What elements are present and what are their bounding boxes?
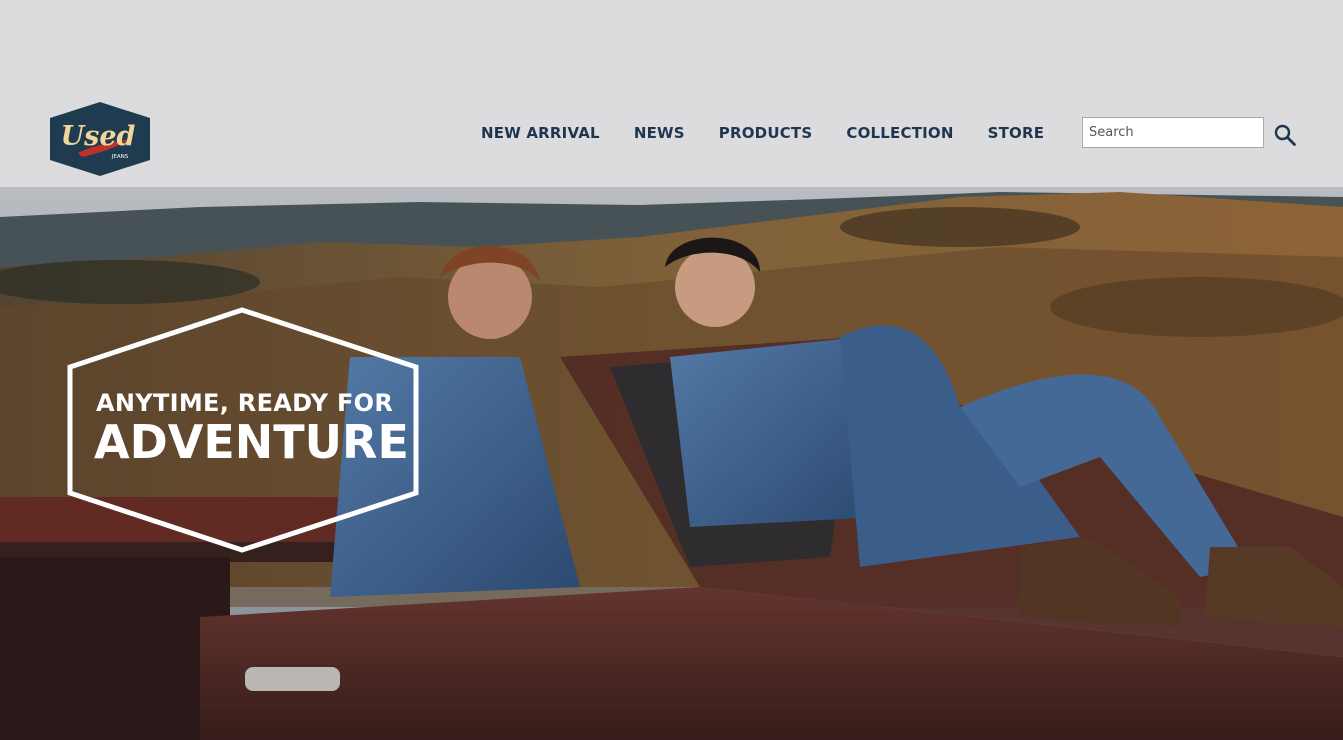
hero-tagline-badge: ANYTIME, READY FOR ADVENTURE	[64, 305, 422, 555]
logo-wordmark: Used	[61, 121, 136, 152]
main-nav: NEW ARRIVAL NEWS PRODUCTS COLLECTION STO…	[481, 124, 1078, 142]
brand-logo[interactable]: Used JEANS	[48, 101, 152, 177]
hero-tagline-line2: ADVENTURE	[94, 415, 409, 469]
search-icon[interactable]	[1273, 123, 1297, 147]
page: Used JEANS NEW ARRIVAL NEWS PRODUCTS COL…	[0, 0, 1343, 740]
nav-item-products[interactable]: PRODUCTS	[719, 124, 813, 142]
site-header: Used JEANS NEW ARRIVAL NEWS PRODUCTS COL…	[0, 0, 1343, 187]
nav-item-store[interactable]: STORE	[988, 124, 1045, 142]
hero-banner: ANYTIME, READY FOR ADVENTURE	[0, 187, 1343, 740]
logo-subtext: JEANS	[111, 154, 129, 160]
nav-item-news[interactable]: NEWS	[634, 124, 685, 142]
nav-item-new-arrival[interactable]: NEW ARRIVAL	[481, 124, 600, 142]
hero-tagline-line1: ANYTIME, READY FOR	[96, 389, 394, 417]
nav-item-collection[interactable]: COLLECTION	[846, 124, 953, 142]
search-input[interactable]	[1082, 117, 1264, 148]
